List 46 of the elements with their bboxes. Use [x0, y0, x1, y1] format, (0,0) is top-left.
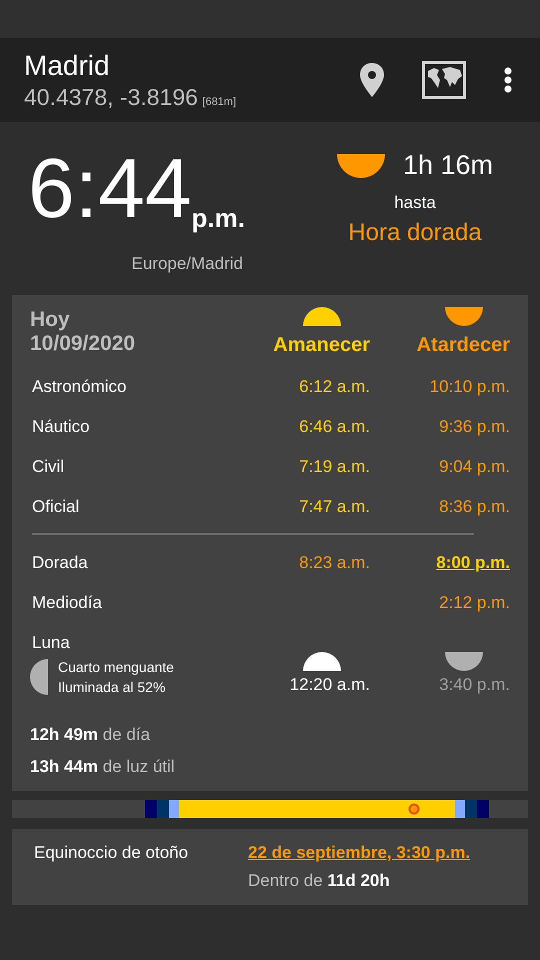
- countdown-event: Hora dorada: [348, 219, 482, 247]
- coordinates: 40.4378, -3.8196: [24, 84, 198, 110]
- set-time: 8:00 p.m.: [436, 553, 510, 573]
- row-label: Mediodía: [31, 592, 103, 614]
- rise-time: 6:12 a.m.: [299, 377, 370, 397]
- set-time: 8:36 p.m.: [439, 497, 510, 517]
- elevation: [681m]: [202, 96, 236, 108]
- moon-label: Luna: [31, 633, 71, 653]
- moon-illumination: Iluminada al 52%: [58, 679, 166, 695]
- moonrise-time: 12:20 a.m.: [290, 675, 370, 695]
- set-time: 9:36 p.m.: [439, 417, 510, 437]
- location-name: Madrid: [24, 50, 111, 82]
- day-label: Hoy: [30, 308, 71, 332]
- rise-time: 7:47 a.m.: [299, 497, 370, 517]
- moonrise-icon: [303, 652, 341, 671]
- rise-time: 6:46 a.m.: [299, 417, 370, 437]
- moonset-icon: [445, 652, 483, 671]
- day-length: 13h 44m de luz útil: [30, 757, 176, 777]
- countdown-connector: hasta: [394, 193, 436, 213]
- set-time: 9:04 p.m.: [439, 457, 510, 477]
- column-header: Amanecer: [273, 334, 370, 357]
- equinox-date-link[interactable]: 22 de septiembre, 3:30 p.m.: [248, 843, 506, 863]
- moon-phase-icon: [30, 659, 48, 695]
- countdown-duration: 1h 16m: [402, 150, 494, 181]
- rise-time: 7:19 a.m.: [299, 457, 370, 477]
- day-length: 12h 49m de día: [30, 725, 152, 745]
- equinox-name: Equinoccio de otoño: [34, 843, 190, 864]
- equinox-countdown: Dentro de 11d 20h: [248, 871, 391, 891]
- row-label: Civil: [31, 456, 66, 478]
- date-label: 10/09/2020: [30, 332, 136, 356]
- set-time: 10:10 p.m.: [430, 377, 510, 397]
- sunset-icon: [336, 154, 385, 178]
- column-header: Atardecer: [416, 334, 510, 357]
- row-label: Dorada: [31, 552, 89, 574]
- timezone: Europe/Madrid: [131, 254, 243, 274]
- row-label: Astronómico: [31, 376, 128, 398]
- row-label: Oficial: [31, 496, 80, 518]
- row-label: Náutico: [31, 416, 91, 438]
- moonset-time: 3:40 p.m.: [439, 675, 510, 695]
- set-time: 2:12 p.m.: [439, 593, 510, 613]
- moon-phase: Cuarto menguante: [58, 659, 174, 675]
- sunrise-icon: [303, 307, 341, 326]
- time-period: p.m.: [192, 203, 245, 234]
- current-time: 6:44: [28, 146, 192, 230]
- rise-time: 8:23 a.m.: [299, 553, 370, 573]
- sunset-icon: [445, 307, 483, 326]
